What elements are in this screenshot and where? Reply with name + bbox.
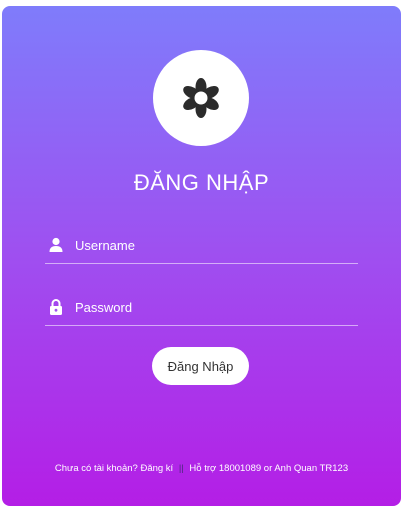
login-button[interactable]: Đăng Nhập	[152, 347, 249, 385]
username-input[interactable]	[75, 235, 345, 255]
flower-icon	[183, 78, 219, 118]
password-field	[45, 295, 358, 326]
user-icon	[49, 237, 63, 252]
support-text: Hỗ trợ 18001089 or Anh Quan TR123	[189, 463, 349, 474]
login-card: ĐĂNG NHẬP Đăng Nhập Chưa có tài khoản? Đ…	[2, 6, 401, 506]
password-input[interactable]	[75, 297, 345, 317]
username-field	[45, 233, 358, 264]
footer: Chưa có tài khoản? Đăng kí || Hỗ trợ 180…	[2, 463, 401, 474]
footer-separator: ||	[178, 463, 184, 474]
register-prompt: Chưa có tài khoản?	[54, 463, 138, 474]
register-link[interactable]: Đăng kí	[140, 463, 173, 474]
lock-icon	[50, 299, 62, 315]
page-title: ĐĂNG NHẬP	[133, 170, 270, 195]
logo	[153, 50, 249, 146]
